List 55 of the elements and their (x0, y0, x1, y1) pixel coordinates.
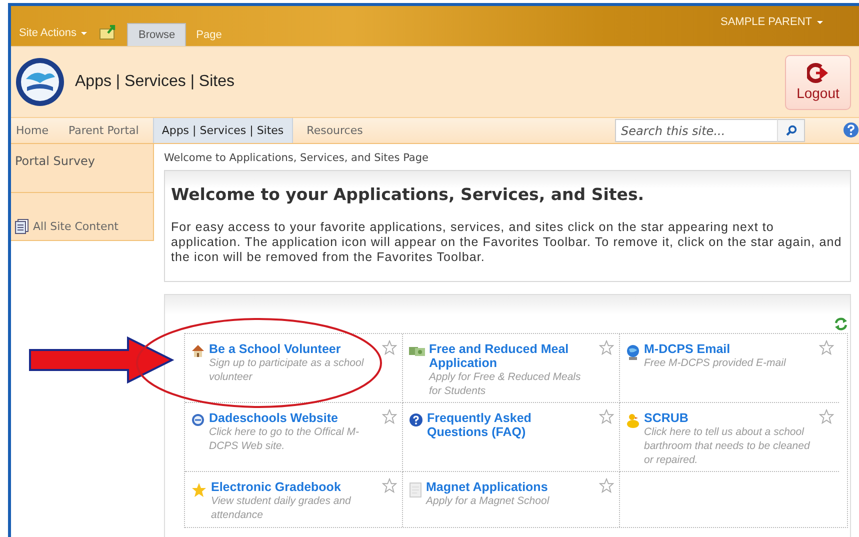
nav-link[interactable]: Apps | Services | Sites (152, 118, 293, 143)
star-icon[interactable] (819, 409, 834, 424)
document-icon (409, 482, 422, 498)
user-menu[interactable]: SAMPLE PARENT (720, 16, 812, 28)
site-title: Apps | Services | Sites (75, 73, 236, 91)
caret-icon (817, 20, 823, 24)
nav-link[interactable]: Home (11, 118, 56, 143)
app-description: Apply for a Magnet School (426, 494, 550, 508)
sidebar-link[interactable]: All Site Content (33, 220, 118, 233)
site-actions-menu[interactable]: Site Actions (19, 27, 76, 39)
search-icon (786, 125, 796, 136)
help-icon[interactable] (843, 122, 859, 138)
app-description: Click here to go to the Offical M-DCPS Web site. (209, 425, 360, 453)
nav-link[interactable]: Resources (298, 118, 371, 143)
app-link[interactable]: Be a School Volunteer (209, 342, 378, 356)
star-icon[interactable] (599, 340, 614, 355)
star-icon[interactable] (599, 478, 614, 493)
welcome-heading: Welcome to your Applications, Services, and Sites. (171, 185, 646, 204)
app-link[interactable]: Magnet Applications (426, 480, 595, 494)
logo-icon (15, 57, 65, 107)
folder-icon[interactable] (99, 25, 118, 40)
app-link[interactable]: Dadeschools Website (209, 411, 378, 425)
house-icon (191, 344, 205, 358)
app-link[interactable]: SCRUB (644, 411, 815, 425)
document-icon (15, 219, 29, 234)
logout-button[interactable]: Logout (785, 54, 851, 110)
logout-icon (807, 63, 829, 83)
app-description: View student daily grades and attendance (211, 494, 352, 522)
search-button[interactable] (777, 119, 805, 142)
app-description: Click here to tell us about a school barthroom that needs to be cleaned or repaired. (644, 425, 811, 467)
nav-link[interactable]: Parent Portal (60, 118, 147, 143)
star-icon[interactable] (819, 340, 834, 355)
app-description: Free M-DCPS provided E-mail (644, 356, 787, 370)
globe-icon (626, 344, 640, 360)
caret-icon (81, 32, 88, 34)
app-link[interactable]: M-DCPS Email (644, 342, 815, 356)
ribbon-tab[interactable]: Browse (127, 23, 186, 46)
star-icon[interactable] (382, 409, 397, 424)
app-description: Sign up to participate as a school volunteer (209, 356, 365, 384)
star-icon[interactable] (599, 409, 614, 424)
welcome-text: For easy access to your favorite applications, services, and sites click on the star appearing next to application. The application icon will appear on the Favorites Toolbar. To remove it, click on the star again, and the icon will be removed from the Favorites Toolbar. (171, 220, 843, 265)
star-icon[interactable] (382, 478, 397, 493)
refresh-icon[interactable] (834, 317, 848, 331)
help-icon (409, 413, 423, 427)
app-description: Apply for Free & Reduced Meals for Students (429, 370, 582, 398)
app-link[interactable]: Free and Reduced Meal Application (429, 342, 595, 370)
search-field[interactable]: Search this site... (615, 119, 777, 142)
star-icon (191, 482, 207, 498)
money-icon (409, 345, 425, 357)
breadcrumb: Welcome to Applications, Services, and Sites Page (164, 152, 430, 164)
duck-icon (626, 413, 640, 429)
sidebar-heading[interactable]: Portal Survey (15, 154, 96, 168)
app-link[interactable]: Frequently Asked Questions (FAQ) (427, 411, 595, 439)
app-link[interactable]: Electronic Gradebook (211, 480, 378, 494)
star-icon[interactable] (382, 340, 397, 355)
